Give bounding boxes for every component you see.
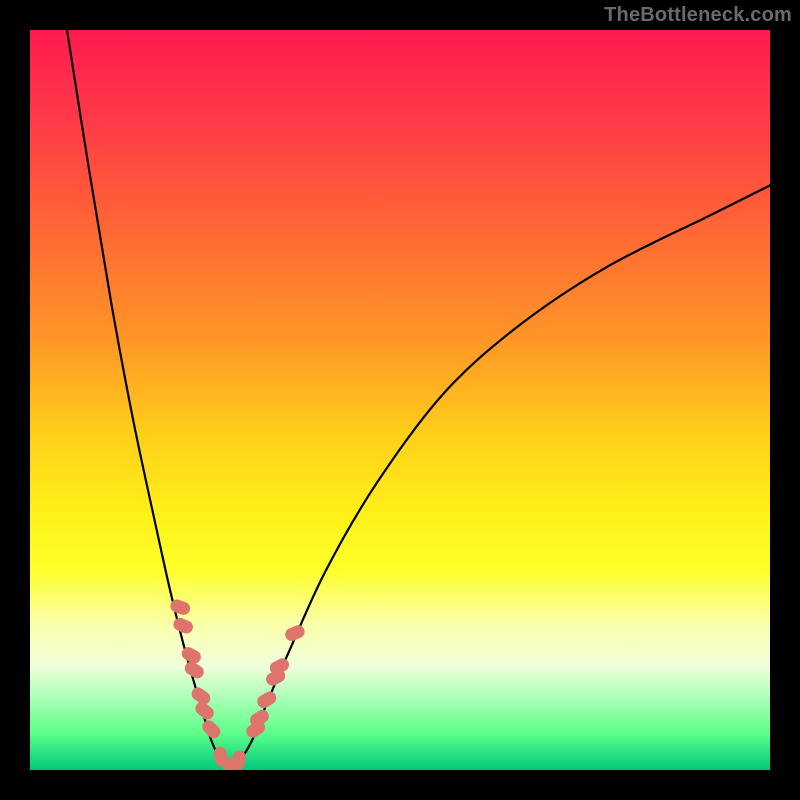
watermark-label: TheBottleneck.com xyxy=(604,4,792,27)
gradient-background xyxy=(30,30,770,770)
